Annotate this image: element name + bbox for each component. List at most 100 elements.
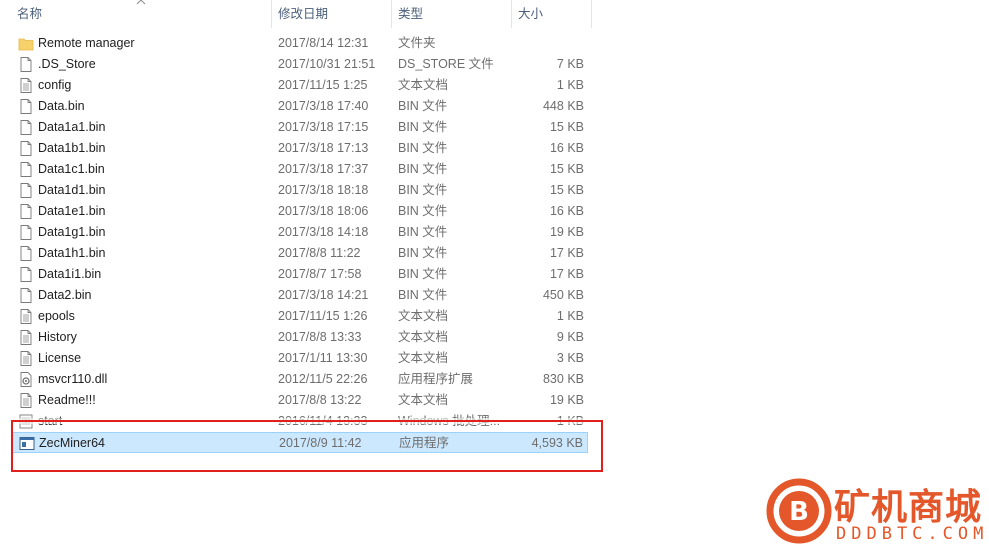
file-row[interactable]: Data1e1.bin 2017/3/18 18:06 BIN 文件 16 KB: [12, 201, 588, 222]
file-type: 文件夹: [398, 36, 436, 50]
file-type: BIN 文件: [398, 120, 448, 134]
file-type: 文本文档: [398, 78, 449, 92]
file-icon: [18, 266, 34, 283]
file-type: 应用程序扩展: [398, 372, 474, 386]
file-row[interactable]: Data1i1.bin 2017/8/7 17:58 BIN 文件 17 KB: [12, 264, 588, 285]
file-size: 830 KB: [542, 372, 584, 386]
watermark: B 矿机商城 DDDBTC.COM: [764, 476, 986, 548]
file-type: 文本文档: [398, 309, 449, 323]
file-size: 448 KB: [542, 99, 584, 113]
file-size: 16 KB: [549, 141, 584, 155]
file-icon: [18, 98, 34, 115]
file-type: BIN 文件: [398, 183, 448, 197]
file-date: 2017/11/15 1:26: [278, 309, 368, 323]
file-name: Readme!!!: [38, 393, 96, 407]
file-row[interactable]: Data1h1.bin 2017/8/8 11:22 BIN 文件 17 KB: [12, 243, 588, 264]
column-header-name[interactable]: 名称: [17, 0, 42, 28]
file-row[interactable]: Data2.bin 2017/3/18 14:21 BIN 文件 450 KB: [12, 285, 588, 306]
file-row[interactable]: Remote manager 2017/8/14 12:31 文件夹: [12, 33, 588, 54]
file-type: 文本文档: [398, 330, 449, 344]
file-name: Data1b1.bin: [38, 141, 106, 155]
file-date: 2017/10/31 21:51: [278, 57, 376, 71]
file-type: 文本文档: [398, 393, 449, 407]
file-row[interactable]: msvcr110.dll 2012/11/5 22:26 应用程序扩展 830 KB: [12, 369, 588, 390]
file-date: 2017/8/8 13:22: [278, 393, 362, 407]
file-row[interactable]: License 2017/1/11 13:30 文本文档 3 KB: [12, 348, 588, 369]
file-row[interactable]: Readme!!! 2017/8/8 13:22 文本文档 19 KB: [12, 390, 588, 411]
file-row[interactable]: Data1d1.bin 2017/3/18 18:18 BIN 文件 15 KB: [12, 180, 588, 201]
file-type: BIN 文件: [398, 225, 448, 239]
watermark-title: 矿机商城: [834, 487, 983, 528]
file-name: Data2.bin: [38, 288, 92, 302]
file-size: 1 KB: [556, 78, 584, 92]
file-row[interactable]: .DS_Store 2017/10/31 21:51 DS_STORE 文件 7 KB: [12, 54, 588, 75]
file-date: 2017/1/11 13:30: [278, 351, 368, 365]
file-type: BIN 文件: [398, 162, 448, 176]
column-separator[interactable]: [591, 0, 592, 28]
column-header-type[interactable]: 类型: [398, 0, 423, 28]
file-size: 17 KB: [549, 267, 584, 281]
text-file-icon: [18, 329, 34, 346]
column-separator[interactable]: [511, 0, 512, 28]
file-date: 2012/11/5 22:26: [278, 372, 368, 386]
text-file-icon: [18, 308, 34, 325]
watermark-subtitle: DDDBTC.COM: [836, 524, 989, 544]
file-name: Data1c1.bin: [38, 162, 105, 176]
file-date: 2017/3/18 17:13: [278, 141, 369, 155]
file-size: 16 KB: [549, 204, 584, 218]
file-row[interactable]: History 2017/8/8 13:33 文本文档 9 KB: [12, 327, 588, 348]
file-row[interactable]: Data.bin 2017/3/18 17:40 BIN 文件 448 KB: [12, 96, 588, 117]
file-type: BIN 文件: [398, 267, 448, 281]
file-size: 3 KB: [556, 351, 584, 365]
sort-ascending-icon: [136, 0, 146, 5]
file-size: 19 KB: [549, 225, 584, 239]
file-name: .DS_Store: [38, 57, 96, 71]
file-name: Data1g1.bin: [38, 225, 106, 239]
file-icon: [18, 287, 34, 304]
file-icon: [18, 203, 34, 220]
file-size: 7 KB: [556, 57, 584, 71]
logo-glyph: B: [789, 497, 809, 527]
dll-file-icon: [18, 371, 34, 388]
file-name: Remote manager: [38, 36, 135, 50]
file-type: BIN 文件: [398, 141, 448, 155]
file-size: 1 KB: [556, 309, 584, 323]
file-date: 2017/3/18 14:21: [278, 288, 369, 302]
file-date: 2017/8/14 12:31: [278, 36, 369, 50]
file-row[interactable]: Data1a1.bin 2017/3/18 17:15 BIN 文件 15 KB: [12, 117, 588, 138]
file-icon: [18, 161, 34, 178]
file-size: 15 KB: [549, 183, 584, 197]
column-separator[interactable]: [391, 0, 392, 28]
file-size: 9 KB: [556, 330, 584, 344]
file-date: 2017/3/18 18:06: [278, 204, 369, 218]
file-date: 2017/11/15 1:25: [278, 78, 368, 92]
file-name: Data1e1.bin: [38, 204, 106, 218]
column-header-size[interactable]: 大小: [518, 0, 543, 28]
column-separator[interactable]: [271, 0, 272, 28]
file-date: 2017/8/8 11:22: [278, 246, 361, 260]
file-name: Data.bin: [38, 99, 85, 113]
column-header-date[interactable]: 修改日期: [278, 0, 328, 28]
text-file-icon: [18, 350, 34, 367]
file-row[interactable]: epools 2017/11/15 1:26 文本文档 1 KB: [12, 306, 588, 327]
file-icon: [18, 119, 34, 136]
file-type: 文本文档: [398, 351, 449, 365]
file-size: 19 KB: [549, 393, 584, 407]
file-icon: [18, 140, 34, 157]
file-icon: [18, 182, 34, 199]
file-date: 2017/3/18 17:37: [278, 162, 369, 176]
file-name: config: [38, 78, 72, 92]
file-type: BIN 文件: [398, 246, 448, 260]
file-name: License: [38, 351, 82, 365]
file-name: Data1d1.bin: [38, 183, 106, 197]
file-size: 15 KB: [549, 162, 584, 176]
file-row[interactable]: Data1b1.bin 2017/3/18 17:13 BIN 文件 16 KB: [12, 138, 588, 159]
file-row[interactable]: Data1c1.bin 2017/3/18 17:37 BIN 文件 15 KB: [12, 159, 588, 180]
file-row[interactable]: config 2017/11/15 1:25 文本文档 1 KB: [12, 75, 588, 96]
file-date: 2017/8/7 17:58: [278, 267, 362, 281]
file-name: epools: [38, 309, 75, 323]
file-size: 17 KB: [549, 246, 584, 260]
annotation-highlight-box: [11, 420, 603, 472]
file-row[interactable]: Data1g1.bin 2017/3/18 14:18 BIN 文件 19 KB: [12, 222, 588, 243]
file-type: DS_STORE 文件: [398, 57, 494, 71]
